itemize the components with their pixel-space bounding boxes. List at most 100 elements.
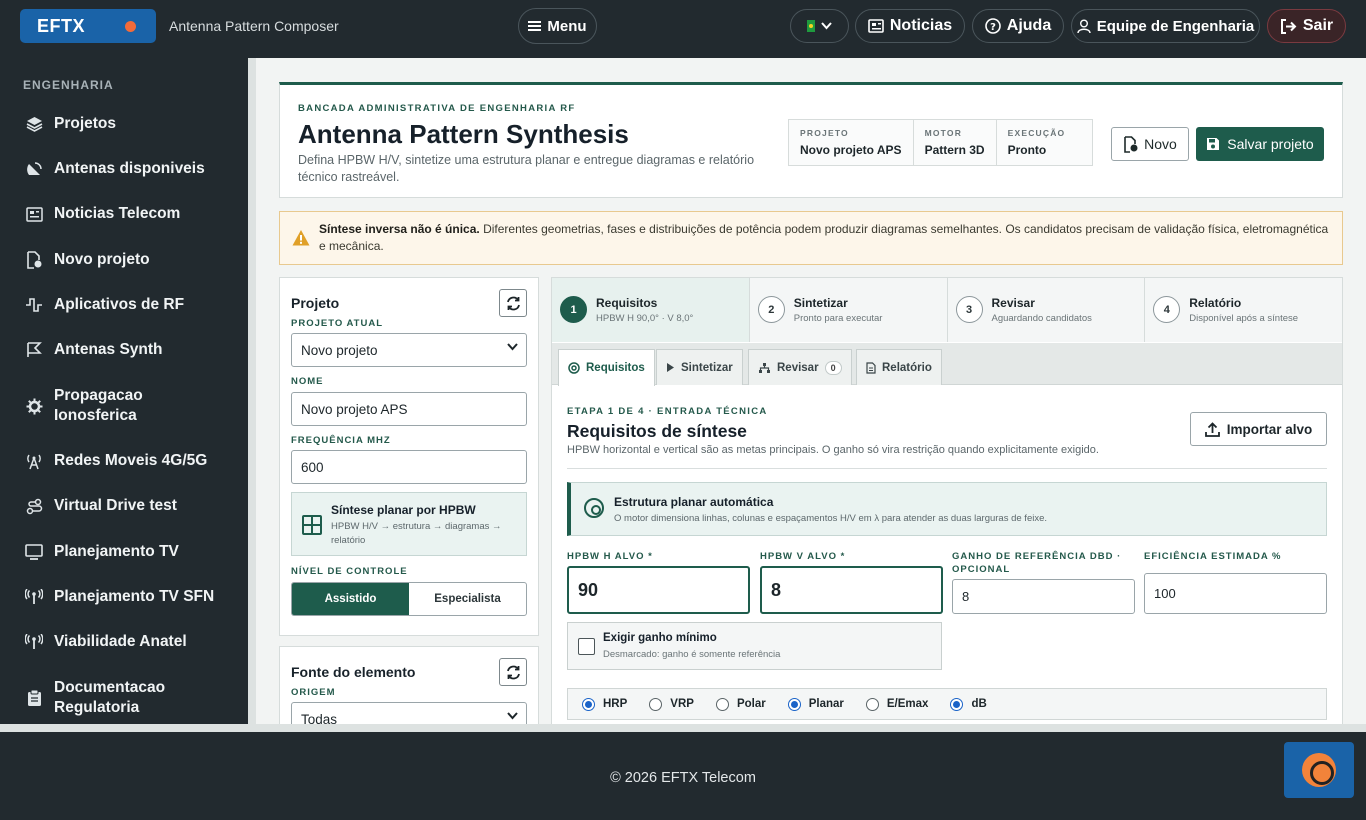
team-account-button[interactable]: Equipe de Engenharia (1071, 9, 1260, 43)
support-chat-button[interactable] (1284, 742, 1354, 798)
tab-revisar[interactable]: Revisar 0 (748, 349, 852, 385)
ajuda-button[interactable]: ? Ajuda (972, 9, 1064, 43)
sidebar-item-viabilidade-anatel[interactable]: Viabilidade Anatel (24, 632, 224, 652)
hpbw-synthesis-card[interactable]: Síntese planar por HPBW HPBW H/V → estru… (291, 492, 527, 556)
sidebar-item-projetos[interactable]: Projetos (24, 114, 224, 134)
step-title: Requisitos (596, 296, 658, 310)
radio-vrp[interactable]: VRP (649, 697, 694, 711)
project-name-input[interactable]: Novo projeto APS (291, 392, 527, 426)
radio-emax[interactable]: E/Emax (865, 697, 928, 711)
min-gain-checkbox[interactable] (578, 638, 595, 655)
sidebar-item-noticias-telecom[interactable]: Noticias Telecom (24, 204, 224, 224)
step-number: 2 (757, 296, 785, 323)
origin-select[interactable]: Todas (291, 702, 527, 724)
step-requisitos[interactable]: 1 Requisitos HPBW H 90,0° · V 8,0° (552, 278, 750, 342)
page-title: Antenna Pattern Synthesis (298, 119, 629, 149)
target-icon (568, 362, 580, 374)
main-content: BANCADA ADMINISTRATIVA DE ENGENHARIA RF … (256, 58, 1366, 724)
radio-dot (649, 697, 663, 711)
hpbw-h-input[interactable]: 90 (567, 566, 750, 614)
menu-button[interactable]: Menu (518, 8, 597, 44)
control-level-label: NÍVEL DE CONTROLE (291, 566, 408, 577)
efficiency-input[interactable]: 100 (1144, 573, 1327, 614)
noticias-button[interactable]: Noticias (855, 9, 965, 43)
warning-icon (292, 230, 310, 246)
sidebar-item-propagacao-ionosferica[interactable]: Propagacao Ionosferica (24, 386, 224, 426)
sidebar-item-planejamento-tv-sfn[interactable]: Planejamento TV SFN (24, 587, 224, 607)
sidebar-item-planejamento-tv[interactable]: Planejamento TV (24, 542, 224, 562)
current-project-label: PROJETO ATUAL (291, 318, 383, 329)
hamburger-icon (528, 21, 542, 31)
sidebar-item-virtual-drive-test[interactable]: Virtual Drive test (24, 496, 224, 516)
radio-dot (950, 697, 964, 711)
sidebar-item-antenas-disponiveis[interactable]: Antenas disponiveis (24, 159, 224, 179)
page-description: Defina HPBW H/V, sintetize uma estrutura… (298, 153, 755, 184)
project-name-value: Novo projeto APS (301, 401, 408, 417)
chevron-down-icon (507, 712, 518, 720)
tab-requisitos[interactable]: Requisitos (558, 349, 655, 386)
logout-label: Sair (1302, 17, 1334, 34)
radio-planar[interactable]: Planar (787, 697, 844, 711)
footer: © 2026 EFTX Telecom (0, 732, 1366, 820)
save-icon (1207, 138, 1220, 150)
current-project-select[interactable]: Novo projeto (291, 333, 527, 367)
refresh-source-button[interactable] (499, 658, 527, 686)
menu-label: Menu (547, 17, 587, 35)
sidebar-item-novo-projeto[interactable]: Novo projeto (24, 250, 224, 270)
brand-logo[interactable]: EFTX (20, 9, 156, 43)
tab-sintetizar[interactable]: Sintetizar (656, 349, 743, 385)
step-relatorio[interactable]: 4 Relatório Disponível após a síntese (1145, 278, 1342, 342)
refresh-projects-button[interactable] (499, 289, 527, 317)
tab-label: Sintetizar (681, 361, 733, 374)
save-project-button[interactable]: Salvar projeto (1196, 127, 1324, 161)
radio-label: VRP (670, 698, 694, 710)
step-revisar[interactable]: 3 Revisar Aguardando candidatos (947, 278, 1146, 342)
header-eyebrow: BANCADA ADMINISTRATIVA DE ENGENHARIA RF (298, 103, 576, 114)
new-project-button[interactable]: Novo (1111, 127, 1189, 161)
radio-polar[interactable]: Polar (715, 697, 766, 711)
top-bar: EFTX Antenna Pattern Composer Menu Notic… (0, 0, 1366, 58)
review-count-badge: 0 (824, 360, 842, 375)
sidebar-item-label: Documentacao Regulatoria (54, 679, 166, 716)
step-subtitle: Disponível após a síntese (1189, 313, 1299, 324)
logout-button[interactable]: Sair (1267, 9, 1346, 43)
sidebar-item-label: Planejamento TV (54, 543, 179, 560)
chevron-down-icon (507, 343, 518, 351)
sidebar-item-redes-moveis[interactable]: Redes Moveis 4G/5G (24, 451, 224, 471)
refresh-icon (506, 296, 520, 310)
name-label: NOME (291, 376, 324, 387)
meta-value: Novo projeto APS (800, 143, 902, 157)
app-subtitle: Antenna Pattern Composer (169, 18, 339, 34)
crosshair-icon (584, 498, 604, 518)
control-level-toggle: Assistido Especialista (291, 582, 527, 616)
hpbw-card-title: Síntese planar por HPBW (331, 503, 476, 517)
control-especialista-option[interactable]: Especialista (409, 583, 526, 615)
newspaper-icon (24, 204, 44, 224)
sidebar-item-documentacao-regulatoria[interactable]: Documentacao Regulatoria (24, 678, 224, 718)
sidebar-item-label: Viabilidade Anatel (54, 633, 187, 650)
element-source-panel: Fonte do elemento ORIGEM Todas (279, 646, 539, 724)
svg-text:?: ? (990, 22, 996, 33)
meta-key: MOTOR (924, 128, 963, 138)
hpbw-v-input[interactable]: 8 (760, 566, 943, 614)
element-source-title: Fonte do elemento (291, 664, 416, 680)
upload-icon (1204, 421, 1220, 437)
sidebar-item-antenas-synth[interactable]: Antenas Synth (24, 340, 224, 360)
frequency-input[interactable]: 600 (291, 450, 527, 484)
language-select[interactable] (790, 9, 849, 43)
step-sintetizar[interactable]: 2 Sintetizar Pronto para executar (749, 278, 948, 342)
import-target-button[interactable]: Importar alvo (1190, 412, 1327, 446)
radio-db[interactable]: dB (950, 697, 987, 711)
import-target-label: Importar alvo (1226, 421, 1313, 437)
stepper: 1 Requisitos HPBW H 90,0° · V 8,0° 2 Sin… (552, 278, 1342, 342)
warning-bold: Síntese inversa não é única. (319, 222, 480, 236)
project-panel-title: Projeto (291, 295, 340, 311)
tab-relatorio[interactable]: Relatório (856, 349, 942, 385)
radio-hrp[interactable]: HRP (582, 697, 627, 711)
sidebar-item-aplicativos-rf[interactable]: Aplicativos de RF (24, 295, 224, 315)
diagram-options: HRP VRP Polar Planar E/Emax dB (567, 688, 1327, 720)
new-project-label: Novo (1144, 136, 1177, 152)
control-assistido-option[interactable]: Assistido (292, 583, 409, 615)
hierarchy-icon (759, 362, 770, 373)
reference-gain-input[interactable]: 8 (952, 579, 1135, 614)
